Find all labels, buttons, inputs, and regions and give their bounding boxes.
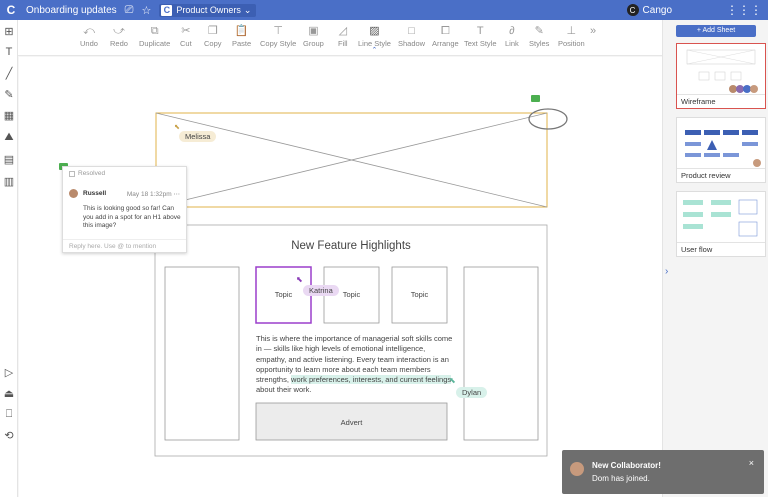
sheet-product-review[interactable]: Product review — [676, 117, 766, 183]
wireframe-thumbnail-icon — [686, 49, 758, 93]
annotation-circle[interactable] — [528, 108, 568, 130]
body-text-highlight: work preferences, interests, and current… — [291, 375, 452, 385]
add-sheet-button[interactable]: + Add Sheet — [676, 25, 756, 37]
user-flow-thumbnail-icon — [683, 199, 758, 237]
sheet-thumbnail — [677, 44, 765, 94]
close-icon[interactable]: × — [749, 458, 754, 468]
resolved-label: Resolved — [78, 170, 106, 177]
avatar — [69, 189, 78, 198]
collaborator-tag-melissa: Melissa — [179, 131, 217, 142]
right-column-box[interactable] — [463, 266, 539, 441]
toast-title: New Collaborator! — [592, 461, 661, 470]
resolved-checkbox[interactable] — [69, 170, 75, 177]
avatar — [570, 462, 584, 476]
comment-bubble-icon[interactable] — [531, 95, 540, 102]
expand-right-panel-icon[interactable]: › — [665, 266, 668, 277]
wireframe-title[interactable]: New Feature Highlights — [155, 240, 547, 252]
collaborator-toast: New Collaborator! Dom has joined. × — [562, 450, 764, 494]
comment-author: Russell — [83, 190, 107, 197]
comment-text: This is looking good so far! Can you add… — [83, 205, 181, 229]
topic-label: Topic — [410, 290, 429, 299]
left-column-box[interactable] — [164, 266, 240, 441]
sheet-thumbnail — [677, 192, 765, 242]
sheet-wireframe[interactable]: Wireframe — [676, 43, 766, 109]
sheet-thumbnail — [677, 118, 765, 168]
sheet-label: User flow — [677, 242, 765, 256]
cursor-icon: ⬉ — [174, 124, 180, 131]
collaborator-tag-dylan: Dylan — [456, 387, 488, 398]
comment-card: Resolved Russell May 18 1:32pm ⋯ This is… — [62, 166, 187, 253]
cursor-icon: ⬉ — [449, 376, 456, 385]
comment-date: May 18 1:32pm ⋯ — [127, 190, 180, 198]
wireframe-body-text[interactable]: This is where the importance of manageri… — [256, 334, 454, 396]
comment-date-text: May 18 1:32pm — [126, 191, 172, 198]
toast-message: Dom has joined. — [592, 474, 650, 483]
body-text-end: about their work. — [256, 385, 312, 395]
product-review-thumbnail-icon — [685, 130, 761, 167]
sheet-label: Product review — [677, 168, 765, 182]
cursor-icon: ⬉ — [296, 275, 303, 284]
sheet-user-flow[interactable]: User flow — [676, 191, 766, 257]
sheets-panel: › + Add Sheet Wireframe Product review U… — [662, 20, 768, 497]
more-options-icon[interactable]: ⋯ — [174, 191, 181, 198]
reply-input[interactable]: Reply here. Use @ to mention — [69, 243, 156, 250]
resolved-toggle[interactable]: Resolved — [69, 170, 105, 177]
collaborator-tag-katrina: Katrina — [303, 285, 339, 296]
divider — [63, 239, 186, 240]
sheet-label: Wireframe — [677, 94, 765, 108]
advert-label: Advert — [340, 418, 363, 427]
